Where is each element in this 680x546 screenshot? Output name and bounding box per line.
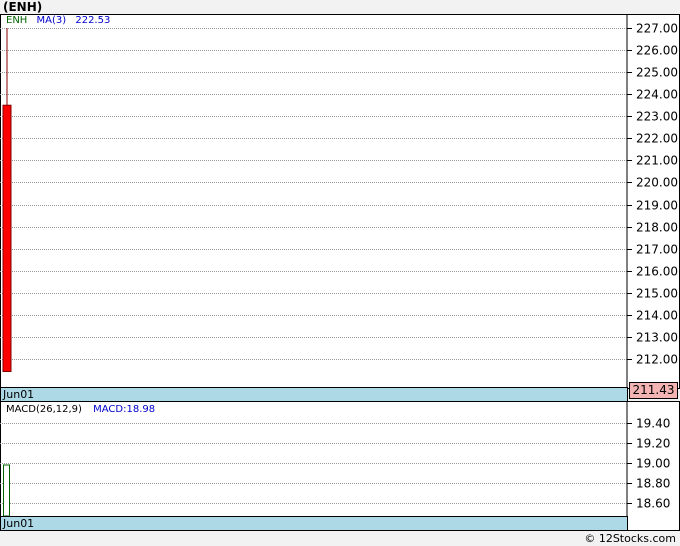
price-panel: 227.00 226.00 225.00 224.00 223.00 222.00 221.… xyxy=(0,14,680,389)
price-tick-label: 226.00 xyxy=(636,44,678,58)
macd-tick-label: 19.20 xyxy=(636,437,670,451)
price-tick-label: 221.00 xyxy=(636,154,678,168)
candle-body xyxy=(2,104,12,373)
macd-panel: 19.40 19.20 19.00 18.80 18.60 MACD(26,12,9) … xyxy=(0,401,680,531)
legend-ma-label: MA(3) xyxy=(36,15,67,26)
copyright: © 12Stocks.com xyxy=(584,532,676,545)
price-tick-label: 217.00 xyxy=(636,243,678,257)
macd-tick-label: 19.40 xyxy=(636,417,670,431)
last-price-box: 211.43 xyxy=(629,382,678,399)
price-chart-svg: 227.00 226.00 225.00 224.00 223.00 222.00 221.… xyxy=(0,14,678,389)
price-tick-label: 224.00 xyxy=(636,88,678,102)
macd-date-label: Jun01 xyxy=(3,517,35,530)
price-tick-label: 218.00 xyxy=(636,221,678,235)
macd-date-bar: Jun01 xyxy=(0,516,628,531)
macd-tick-label: 19.00 xyxy=(636,457,670,471)
legend-ma-value: 222.53 xyxy=(75,15,111,26)
macd-bar xyxy=(3,464,10,517)
price-tick-label: 214.00 xyxy=(636,309,678,323)
macd-params: MACD(26,12,9) xyxy=(6,404,82,415)
macd-value: MACD:18.98 xyxy=(93,404,156,415)
legend-ticker: ENH xyxy=(6,15,28,26)
price-tick-label: 227.00 xyxy=(636,22,678,36)
price-legend: ENH MA(3) 222.53 xyxy=(6,15,110,26)
price-tick-label: 216.00 xyxy=(636,265,678,279)
price-date-bar: Jun01 xyxy=(0,387,628,402)
macd-tick-label: 18.80 xyxy=(636,477,670,491)
macd-legend: MACD(26,12,9) MACD:18.98 xyxy=(6,404,155,415)
price-tick-label: 212.00 xyxy=(636,353,678,367)
price-tick-label: 215.00 xyxy=(636,287,678,301)
chart-title: (ENH) xyxy=(3,0,43,14)
price-tick-label: 223.00 xyxy=(636,110,678,124)
price-tick-label: 222.00 xyxy=(636,132,678,146)
price-tick-label: 219.00 xyxy=(636,199,678,213)
price-date-label: Jun01 xyxy=(3,388,35,401)
macd-chart-svg: 19.40 19.20 19.00 18.80 18.60 xyxy=(0,401,670,531)
price-tick-label: 225.00 xyxy=(636,66,678,80)
price-tick-label: 220.00 xyxy=(636,176,678,190)
macd-tick-label: 18.60 xyxy=(636,497,670,511)
price-tick-label: 213.00 xyxy=(636,331,678,345)
